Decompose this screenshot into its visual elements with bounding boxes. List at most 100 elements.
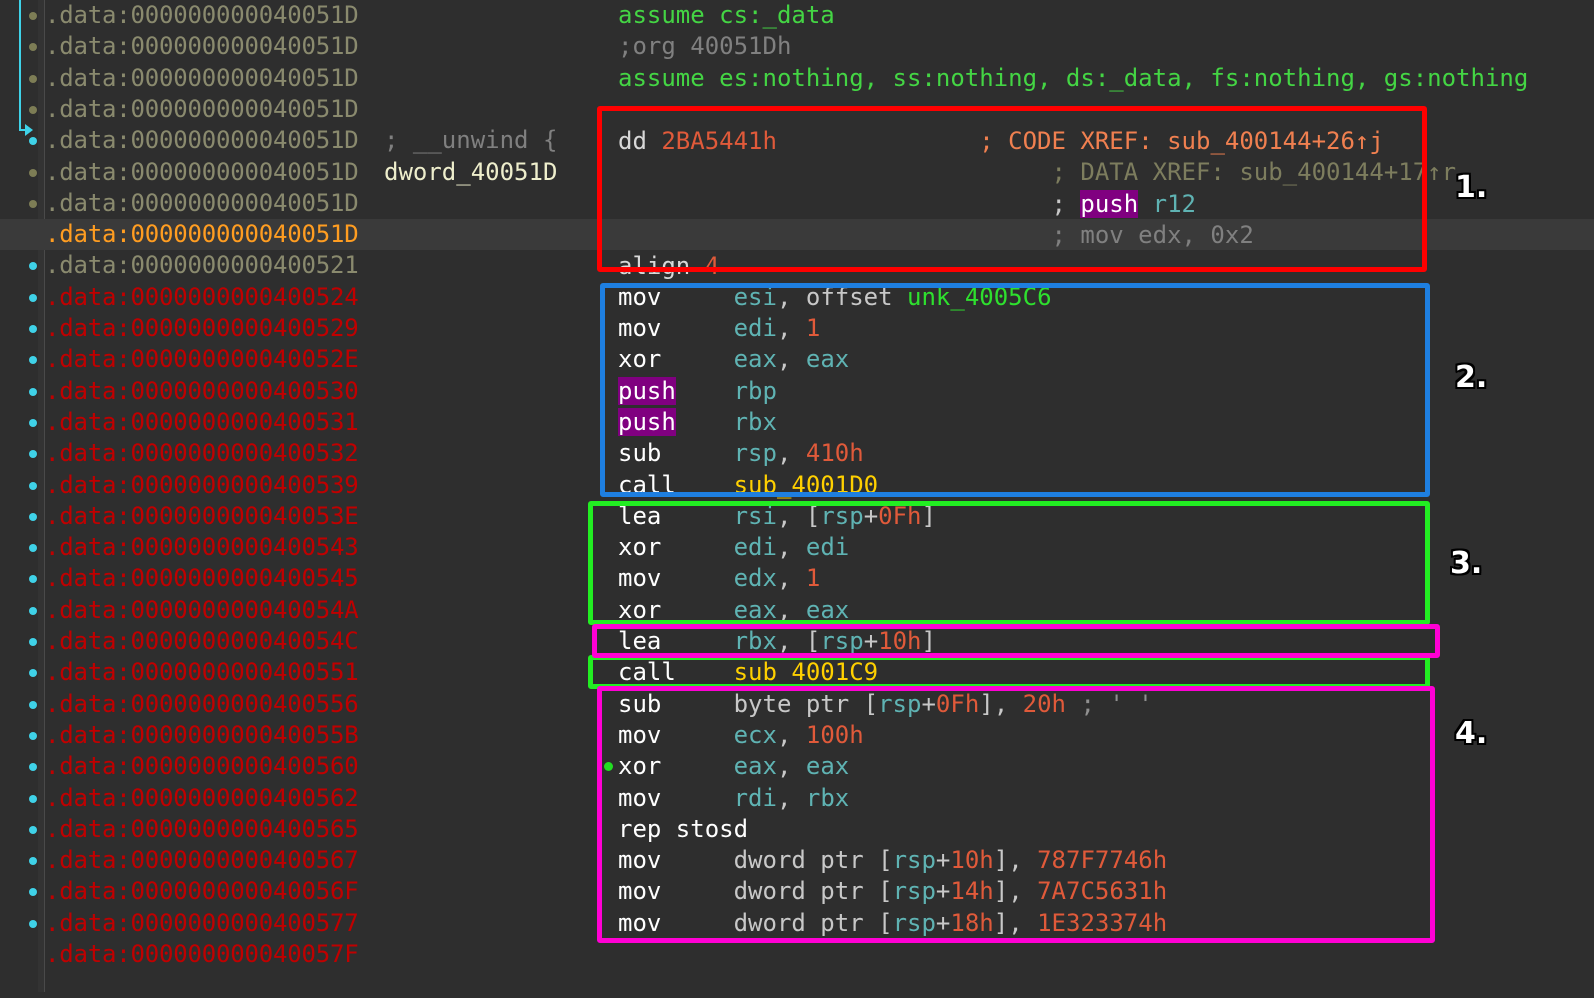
asm-token: ] xyxy=(993,908,1009,937)
breakpoint-dot-icon[interactable] xyxy=(29,74,37,83)
cyan-dot-icon[interactable] xyxy=(29,825,37,834)
asm-token: rdi xyxy=(733,783,777,812)
asm-token: xor xyxy=(618,595,662,624)
asm-token: dword ptr xyxy=(733,908,864,937)
cyan-dot-icon[interactable] xyxy=(29,731,37,740)
cyan-dot-icon[interactable] xyxy=(29,418,37,427)
cyan-dot-icon[interactable] xyxy=(29,137,37,146)
cyan-dot-icon[interactable] xyxy=(29,293,37,302)
breakpoint-dot-icon[interactable] xyxy=(29,168,37,177)
breakpoint-dot-icon[interactable] xyxy=(29,12,37,20)
cyan-dot-icon[interactable] xyxy=(29,450,37,459)
asm-token: mov xyxy=(618,908,662,937)
line-xref-data[interactable]: ; mov edx, 0x2 xyxy=(618,220,1594,251)
ida-disassembly-view[interactable]: .data:000000000040051D .data:000000000040… xyxy=(0,0,1594,998)
address-text: .data:0000000000400562 xyxy=(45,783,359,812)
address-text: .data:000000000040054C xyxy=(45,627,359,655)
line-assume-seg[interactable]: assume es:nothing, ss:nothing, ds:_data,… xyxy=(618,63,1594,94)
line-mov-ecx[interactable]: mov rdi, rbx xyxy=(618,783,1594,814)
cyan-dot-icon[interactable] xyxy=(29,669,37,678)
cyan-dot-icon[interactable] xyxy=(29,794,37,803)
asm-token: , xyxy=(776,752,806,781)
asm-token: sub xyxy=(618,439,662,468)
address-text: .data:0000000000400551 xyxy=(45,658,359,687)
asm-token: ] xyxy=(993,846,1009,875)
line-mov-edi[interactable]: push rbp xyxy=(618,376,1594,407)
address-text: .data:000000000040053E xyxy=(45,501,359,530)
address-line[interactable]: .data:000000000040051D xyxy=(0,94,1594,125)
line-cmt-mov-edx[interactable]: mov esi, offset unk_4005C6 xyxy=(618,282,1594,313)
line-assume-cs[interactable]: assume cs:_data xyxy=(618,0,1594,31)
address-text: .data:0000000000400521 xyxy=(45,251,359,280)
asm-token: , xyxy=(776,282,806,311)
asm-token: rbp xyxy=(733,376,777,405)
breakpoint-dot-icon[interactable] xyxy=(29,199,37,208)
line-mov-esi[interactable]: xor eax, eax xyxy=(618,344,1594,375)
cyan-dot-icon[interactable] xyxy=(29,325,37,333)
line-push-rbp[interactable]: sub rsp, 410h xyxy=(618,438,1594,469)
line-cmt-push-r12[interactable]: align 4 xyxy=(618,251,1594,282)
asm-token: 0Fh xyxy=(935,689,980,718)
line-lea-rsi[interactable]: mov edx, 1 xyxy=(618,563,1594,594)
asm-token: , xyxy=(776,345,806,374)
cyan-dot-icon[interactable] xyxy=(29,638,37,646)
cyan-dot-icon[interactable] xyxy=(29,575,37,584)
address-line[interactable]: .data:000000000040057F xyxy=(0,939,1594,970)
cyan-dot-icon[interactable] xyxy=(29,606,37,615)
asm-token: dword ptr xyxy=(733,877,864,906)
line-xor-eax-3[interactable]: rep stosd xyxy=(618,814,1594,845)
cyan-dot-icon[interactable] xyxy=(29,512,37,521)
asm-token: 1E323374h xyxy=(1037,908,1168,937)
asm-token: , xyxy=(993,689,1023,718)
asm-token: [ xyxy=(805,501,821,530)
line-call-4001c9[interactable]: mov ecx, 100h xyxy=(618,720,1594,751)
cyan-dot-icon[interactable] xyxy=(29,888,37,897)
line-dword-label[interactable]: dd 2BA5441h ; CODE XREF: sub_400144+26↑j xyxy=(618,126,1594,157)
line-sub-byte[interactable]: xor eax, eax xyxy=(604,751,1594,782)
asm-token: assume cs:_data xyxy=(618,1,835,29)
cyan-dot-icon[interactable] xyxy=(29,387,37,396)
asm-token: ] xyxy=(993,877,1009,906)
line-align[interactable]: mov edi, 1 xyxy=(618,313,1594,344)
cyan-dot-icon[interactable] xyxy=(29,544,37,553)
line-xor-eax-2[interactable]: call sub_4001C9 xyxy=(618,657,1594,688)
asm-token: , xyxy=(776,439,806,468)
annotation-label-3: 3. xyxy=(1448,545,1483,583)
line-dd[interactable]: ; DATA XREF: sub_400144+17↑r xyxy=(618,157,1594,188)
cyan-dot-icon[interactable] xyxy=(29,919,37,928)
asm-token: ] xyxy=(921,627,936,655)
line-sub-rsp[interactable]: lea rsi, [rsp+0Fh] xyxy=(618,501,1594,532)
address-text: .data:0000000000400567 xyxy=(45,846,359,875)
cyan-dot-icon[interactable] xyxy=(29,481,37,490)
address-text: .data:0000000000400531 xyxy=(45,407,359,436)
asm-token: ] xyxy=(921,501,936,530)
line-xref-code[interactable]: ; push r12 xyxy=(618,189,1594,220)
asm-token: edx xyxy=(733,564,777,593)
line-xor-edi[interactable]: xor eax, eax xyxy=(618,595,1594,626)
asm-token: 10h xyxy=(950,846,994,875)
breakpoint-dot-icon[interactable] xyxy=(29,105,37,114)
breakpoint-dot-icon[interactable] xyxy=(29,43,37,52)
cyan-dot-icon[interactable] xyxy=(29,356,37,365)
asm-token: rbx xyxy=(733,627,777,655)
line-xor-eax-1[interactable]: push rbx xyxy=(618,407,1594,438)
address-text: .data:000000000040051D xyxy=(45,32,359,61)
cyan-dot-icon[interactable] xyxy=(29,857,37,866)
line-mov-edx-1[interactable]: lea rbx, [rsp+10h] xyxy=(618,626,1594,657)
line-org[interactable]: ;org 40051Dh xyxy=(618,31,1594,62)
asm-token: , xyxy=(776,314,806,342)
line-mov-rdi[interactable]: mov dword ptr [rsp+10h], 787F7746h xyxy=(618,845,1594,876)
line-call-4001d0[interactable]: xor edi, edi xyxy=(618,532,1594,563)
cyan-dot-icon[interactable] xyxy=(29,763,37,772)
line-mov-d10[interactable]: mov dword ptr [rsp+18h], 1E323374h xyxy=(618,908,1594,939)
asm-token: byte ptr xyxy=(733,689,850,718)
asm-token: xor xyxy=(618,533,662,562)
asm-token: [ xyxy=(863,689,879,718)
line-rep-stosd[interactable]: mov dword ptr [rsp+14h], 7A7C5631h xyxy=(618,876,1594,907)
line-push-rbx[interactable]: call sub_4001D0 xyxy=(618,470,1594,501)
cyan-dot-icon[interactable] xyxy=(29,700,37,709)
cyan-dot-icon[interactable] xyxy=(29,262,37,271)
address-text: .data:0000000000400539 xyxy=(45,470,359,499)
asm-token: ; DATA XREF: sub_400144+17↑r xyxy=(1051,158,1457,187)
line-lea-rbx[interactable]: sub byte ptr [rsp+0Fh], 20h ; ' ' xyxy=(618,689,1594,720)
